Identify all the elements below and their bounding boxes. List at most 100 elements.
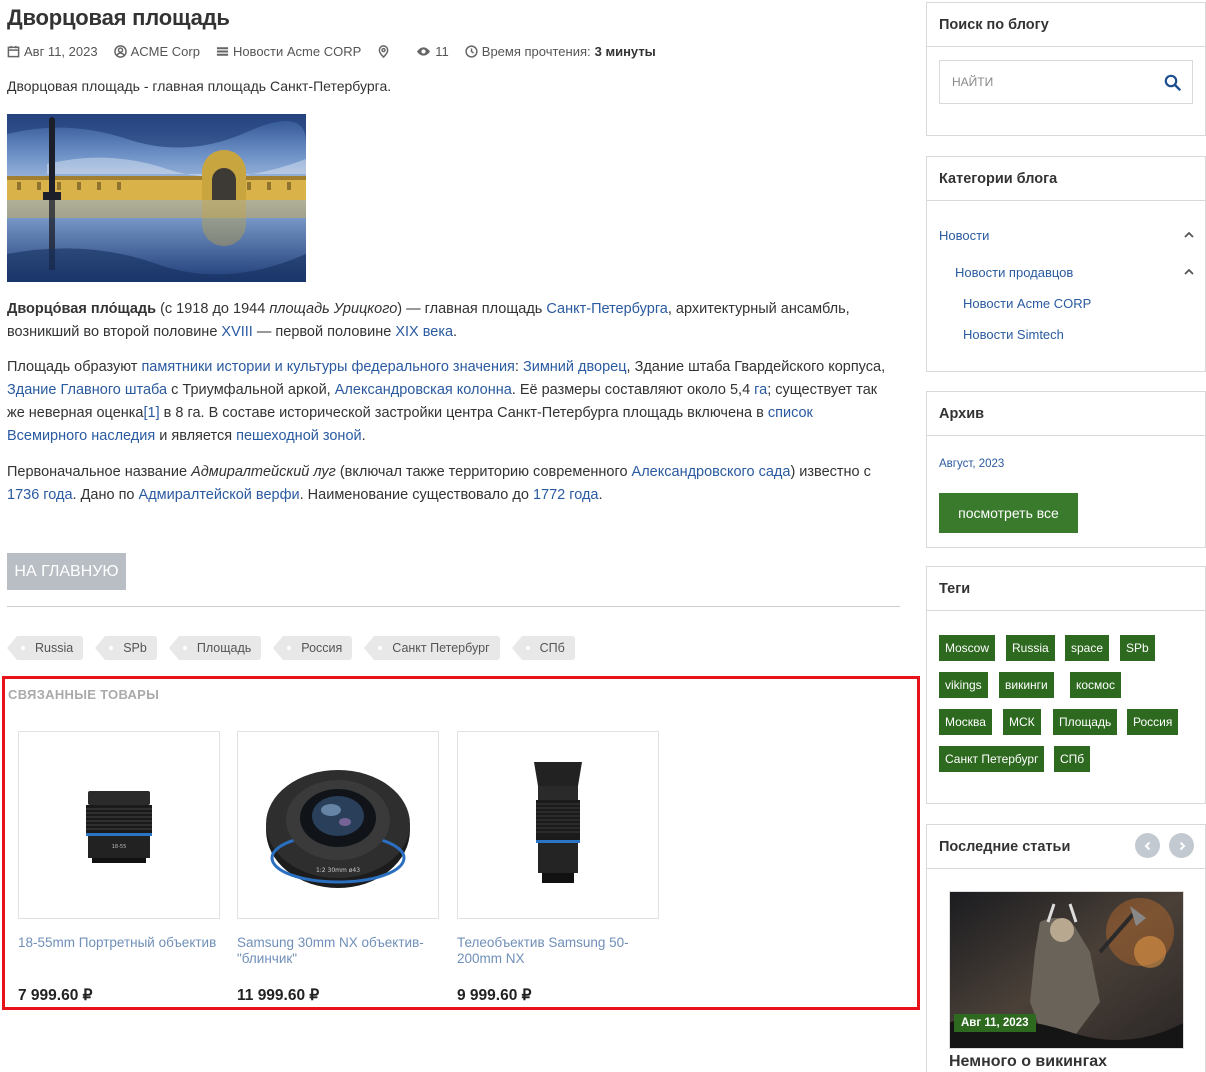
main-content: Дворцовая площадь Авг 11, 2023 ACME Corp… (0, 0, 920, 1072)
archive-widget: Архив Август, 2023 посмотреть все (926, 391, 1206, 548)
text-span: ) — главная площадь (397, 301, 547, 317)
text-span: (включал также территорию современного (335, 464, 632, 480)
product-image[interactable] (457, 731, 659, 919)
meta-read-time: Время прочтения: 3 минуты (465, 44, 656, 59)
link-1772[interactable]: 1772 года (533, 487, 599, 503)
product-name[interactable]: 18-55mm Портретный объектив (18, 935, 220, 969)
article-title[interactable]: Немного о викингах (949, 1053, 1107, 1071)
product-image[interactable]: 1:2 30mm ø43 (237, 731, 439, 919)
paragraph-2: Площадь образуют памятники истории и кул… (7, 356, 887, 448)
archive-month-link[interactable]: Август, 2023 (939, 458, 1004, 470)
post-title: Дворцовая площадь (7, 5, 230, 30)
link-spb[interactable]: Санкт-Петербурга (546, 301, 667, 317)
next-arrow-icon[interactable] (1169, 833, 1194, 858)
text-italic: площадь Урицкого (269, 301, 398, 317)
related-products-title: СВЯЗАННЫЕ ТОВАРЫ (8, 687, 160, 702)
link-footnote-1[interactable]: [1] (144, 405, 160, 421)
post-tag[interactable]: Russia (6, 636, 84, 660)
search-icon[interactable] (1152, 74, 1192, 91)
link-1736[interactable]: 1736 года (7, 487, 73, 503)
meta-author[interactable]: ACME Corp (113, 44, 200, 59)
tag-item[interactable]: МСК (1003, 709, 1041, 735)
meta-location (377, 45, 394, 58)
post-tag[interactable]: Площадь (168, 636, 262, 660)
post-tags: Russia SPb Площадь Россия Санкт Петербур… (6, 636, 587, 660)
product-card[interactable]: 1:2 30mm ø43 Samsung 30mm NX объектив-"б… (237, 731, 439, 1005)
link-hectare[interactable]: га (754, 382, 767, 398)
tag-item[interactable]: космос (1070, 672, 1121, 698)
tag-item[interactable]: SPb (1120, 635, 1155, 661)
post-tag[interactable]: Санкт Петербург (364, 636, 500, 660)
text-span: : (514, 359, 523, 375)
chevron-up-icon[interactable] (1183, 266, 1195, 278)
search-input[interactable] (940, 61, 1152, 103)
text-span: . Дано по (72, 487, 139, 503)
post-tag[interactable]: СПб (511, 636, 575, 660)
product-card[interactable]: Телеобъектив Samsung 50-200mm NX 9 999.6… (457, 731, 659, 1005)
text-span: Площадь образуют (7, 359, 142, 375)
link-alexander-column[interactable]: Александровская колонна (335, 382, 512, 398)
search-widget: Поиск по блогу (926, 2, 1206, 136)
tag-item[interactable]: викинги (999, 672, 1054, 698)
article-card[interactable]: Авг 11, 2023 (949, 891, 1184, 1049)
product-image[interactable]: 18-55 (18, 731, 220, 919)
post-meta: Авг 11, 2023 ACME Corp Новости Acme CORP… (7, 44, 672, 59)
category-item-simtech[interactable]: Новости Simtech (963, 326, 1064, 342)
post-tag[interactable]: Россия (273, 636, 353, 660)
tag-item[interactable]: СПб (1054, 746, 1091, 772)
text-span: с Триумфальной аркой, (167, 382, 335, 398)
tag-item[interactable]: Санкт Петербург (939, 746, 1045, 772)
link-pedestrian-zone[interactable]: пешеходной зоной (236, 428, 362, 444)
eye-icon (417, 47, 431, 56)
link-monuments[interactable]: памятники истории и культуры федеральног… (141, 359, 514, 375)
text-span: . Её размеры составляют около 5,4 (511, 382, 755, 398)
text-span: — первой половине (252, 324, 396, 340)
lens-30mm-icon: 1:2 30mm ø43 (266, 770, 410, 888)
link-winter-palace[interactable]: Зимний дворец (523, 359, 627, 375)
tag-item[interactable]: Москва (939, 709, 992, 735)
product-name[interactable]: Телеобъектив Samsung 50-200mm NX (457, 935, 659, 969)
tag-item[interactable]: vikings (939, 672, 988, 698)
clock-icon (465, 45, 478, 58)
post-tag[interactable]: SPb (95, 636, 157, 660)
term-bold: Дворцо́вая пло́щадь (7, 301, 157, 317)
link-xix[interactable]: XIX века (395, 324, 453, 340)
product-card[interactable]: 18-55 18-55mm Портретный объектив 7 999.… (18, 731, 220, 1005)
product-name[interactable]: Samsung 30mm NX объектив-"блинчик" (237, 935, 439, 969)
category-label: Новости продавцов (955, 264, 1074, 280)
chevron-up-icon[interactable] (1183, 229, 1195, 241)
text-italic: Адмиралтейский луг (191, 464, 336, 480)
view-all-button[interactable]: посмотреть все (939, 493, 1078, 533)
meta-category[interactable]: Новости Acme CORP (216, 44, 361, 59)
meta-views-count: 11 (435, 44, 449, 59)
paragraph-3: Первоначальное название Адмиралтейский л… (7, 461, 887, 507)
tags-widget-title: Теги (927, 567, 1205, 611)
category-item-vendor-news[interactable]: Новости продавцов (955, 264, 1195, 280)
read-time-label: Время прочтения: (481, 44, 591, 59)
link-xviii[interactable]: XVIII (221, 324, 252, 340)
product-price: 7 999.60 ₽ (18, 987, 93, 1004)
link-alexander-garden[interactable]: Александровского сада (632, 464, 791, 480)
prev-arrow-icon[interactable] (1135, 833, 1160, 858)
meta-category-text: Новости Acme CORP (232, 44, 362, 59)
user-icon (113, 45, 127, 58)
text-span: , Здание штаба Гвардейского корпуса, (626, 359, 886, 375)
map-pin-icon (378, 45, 389, 58)
archive-widget-title: Архив (927, 392, 1205, 436)
link-general-staff[interactable]: Здание Главного штаба (7, 382, 167, 398)
tag-item[interactable]: Россия (1127, 709, 1179, 735)
category-item-news[interactable]: Новости (939, 227, 1195, 243)
post-intro: Дворцовая площадь - главная площадь Санк… (7, 78, 392, 94)
home-button[interactable]: НА ГЛАВНУЮ (7, 553, 126, 590)
tags-widget: Теги Moscow Russia space SPb vikings вик… (926, 566, 1206, 804)
latest-articles-title: Последние статьи (927, 825, 1205, 869)
lens-18-55-icon: 18-55 (86, 791, 152, 863)
tag-item[interactable]: Площадь (1053, 709, 1118, 735)
svg-text:1:2 30mm ø43: 1:2 30mm ø43 (316, 867, 360, 874)
category-item-acme[interactable]: Новости Acme CORP (963, 295, 1091, 311)
tag-item[interactable]: space (1065, 635, 1110, 661)
tag-item[interactable]: Russia (1006, 635, 1055, 661)
link-admiralty-yard[interactable]: Адмиралтейской верфи (139, 487, 300, 503)
svg-text:18-55: 18-55 (112, 844, 127, 850)
tag-item[interactable]: Moscow (939, 635, 996, 661)
